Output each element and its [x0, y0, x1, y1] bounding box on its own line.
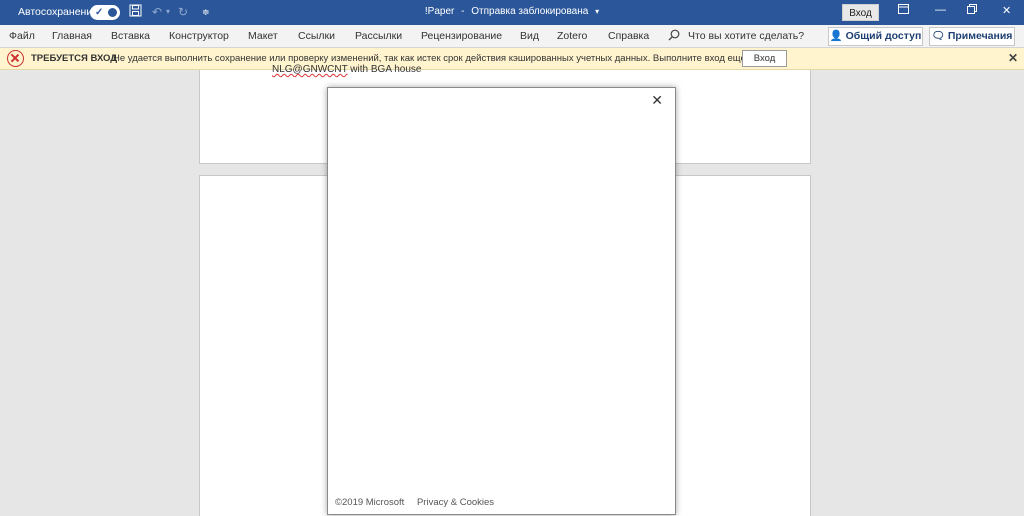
copyright-text: ©2019 Microsoft [335, 497, 405, 508]
tab-layout[interactable]: Макет [248, 30, 278, 42]
tab-mailings[interactable]: Рассылки [355, 30, 402, 42]
ribbon-display-icon[interactable] [898, 4, 909, 17]
tab-help[interactable]: Справка [608, 30, 649, 42]
document-text: with BGA house [347, 64, 422, 75]
comment-icon: 🗨 [931, 30, 945, 42]
doc-name: !Paper [424, 6, 455, 17]
tab-review[interactable]: Рецензирование [421, 30, 502, 42]
share-label: Общий доступ [845, 30, 922, 42]
search-input[interactable]: Что вы хотите сделать? [688, 30, 804, 42]
message-signin-button[interactable]: Вход [742, 50, 787, 67]
signin-dialog: ✕ ©2019 Microsoft Privacy & Cookies [327, 87, 676, 515]
share-icon: 👤 [829, 30, 843, 42]
comments-button[interactable]: 🗨 Примечания [929, 27, 1015, 46]
chevron-down-icon[interactable]: ▾ [595, 7, 599, 16]
signin-button[interactable]: Вход [842, 4, 879, 21]
doc-status[interactable]: Отправка заблокирована [471, 6, 588, 17]
search-icon[interactable] [668, 29, 680, 44]
privacy-cookies-link[interactable]: Privacy & Cookies [417, 497, 494, 508]
dialog-footer: ©2019 Microsoft Privacy & Cookies [335, 497, 494, 508]
close-icon[interactable]: ✕ [651, 92, 663, 109]
misspelled-word[interactable]: NLG@GNWCNT [272, 64, 348, 75]
tab-view[interactable]: Вид [520, 30, 539, 42]
close-icon[interactable]: ✕ [1008, 51, 1018, 65]
error-icon [7, 50, 24, 67]
comments-label: Примечания [947, 30, 1013, 42]
restore-icon[interactable] [967, 4, 977, 17]
minimize-icon[interactable]: — [935, 4, 946, 16]
message-text: Не удается выполнить сохранение или пров… [113, 53, 766, 64]
tab-insert[interactable]: Вставка [111, 30, 150, 42]
share-button[interactable]: 👤 Общий доступ [828, 27, 923, 46]
message-title: ТРЕБУЕТСЯ ВХОД [31, 53, 118, 64]
title-separator: - [461, 6, 465, 17]
tab-references[interactable]: Ссылки [298, 30, 335, 42]
ribbon-tabs: Файл Главная Вставка Конструктор Макет С… [0, 25, 1024, 48]
tab-design[interactable]: Конструктор [169, 30, 229, 42]
close-icon[interactable]: ✕ [1002, 4, 1011, 17]
tab-home[interactable]: Главная [52, 30, 92, 42]
tab-file[interactable]: Файл [9, 30, 35, 42]
tab-zotero[interactable]: Zotero [557, 30, 587, 42]
message-bar: ТРЕБУЕТСЯ ВХОД Не удается выполнить сохр… [0, 48, 1024, 70]
document-text-line: NLG@GNWCNT with BGA house [272, 64, 421, 75]
title-bar: Автосохранение ✓ ↶ ▾ ↻ ≑ !Paper - Отправ… [0, 0, 1024, 25]
